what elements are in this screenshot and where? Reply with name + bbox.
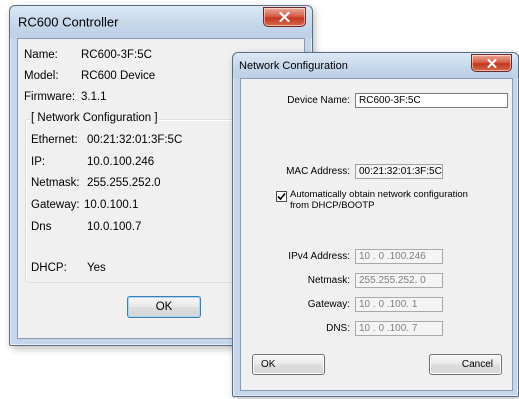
dns-label: DNS: <box>326 323 350 334</box>
ip-label: IP: <box>31 156 46 168</box>
network-title-bar[interactable]: Network Configuration <box>233 53 518 78</box>
controller-ok-button[interactable]: OK <box>127 296 201 318</box>
controller-window-title: RC600 Controller <box>18 14 119 30</box>
dhcp-label: DHCP: <box>31 262 67 274</box>
dns-label: Dns <box>31 221 52 233</box>
network-ok-button[interactable]: OK <box>252 354 325 375</box>
device-name-field[interactable]: RC600-3F:5C <box>355 93 508 108</box>
dhcp-checkbox[interactable] <box>276 191 287 202</box>
network-cancel-button[interactable]: Cancel <box>429 354 502 375</box>
network-configuration-legend: [ Network Configuration ] <box>30 112 159 124</box>
network-configuration-window: Network Configuration Device Name: RC600… <box>232 52 519 397</box>
close-icon <box>487 58 496 68</box>
gateway-label: Gateway: <box>31 199 80 211</box>
dns-value: 10.0.100.7 <box>87 221 142 233</box>
dhcp-checkbox-label-line2: from DHCP/BOOTP <box>290 200 375 211</box>
network-window-title: Network Configuration <box>239 59 348 72</box>
device-name-label: Device Name: <box>287 95 350 106</box>
gateway-label: Gateway: <box>307 299 350 310</box>
name-label: Name: <box>24 49 58 61</box>
model-value: RC600 Device <box>81 70 156 82</box>
mac-address-field: 00:21:32:01:3F:5C <box>355 164 443 179</box>
checkmark-icon <box>277 192 286 201</box>
netmask-value: 255.255.252.0 <box>87 177 161 189</box>
gateway-value: 10.0.100.1 <box>84 199 139 211</box>
close-icon <box>279 12 290 22</box>
ipv4-address-field: 10 . 0 .100.246 <box>355 249 443 264</box>
netmask-field: 255.255.252. 0 <box>355 273 443 288</box>
netmask-label: Netmask: <box>31 177 80 189</box>
firmware-label: Firmware: <box>24 91 76 103</box>
dns-field: 10 . 0 .100. 7 <box>355 321 443 336</box>
ip-value: 10.0.100.246 <box>87 156 155 168</box>
controller-title-bar[interactable]: RC600 Controller <box>10 6 312 38</box>
controller-close-button[interactable] <box>263 7 306 27</box>
ethernet-label: Ethernet: <box>31 134 78 146</box>
ipv4-address-label: IPv4 Address: <box>288 251 350 262</box>
netmask-label: Netmask: <box>307 275 350 286</box>
dhcp-value: Yes <box>87 262 106 274</box>
gateway-field: 10 . 0 .100. 1 <box>355 297 443 312</box>
dhcp-checkbox-label-line1: Automatically obtain network configurati… <box>290 189 468 200</box>
name-value: RC600-3F:5C <box>81 49 152 61</box>
network-close-button[interactable] <box>471 54 512 72</box>
model-label: Model: <box>24 70 59 82</box>
network-client-area: Device Name: RC600-3F:5C MAC Address: 00… <box>240 78 513 391</box>
firmware-value: 3.1.1 <box>81 91 107 103</box>
mac-address-label: MAC Address: <box>286 166 350 177</box>
ethernet-value: 00:21:32:01:3F:5C <box>87 134 183 146</box>
